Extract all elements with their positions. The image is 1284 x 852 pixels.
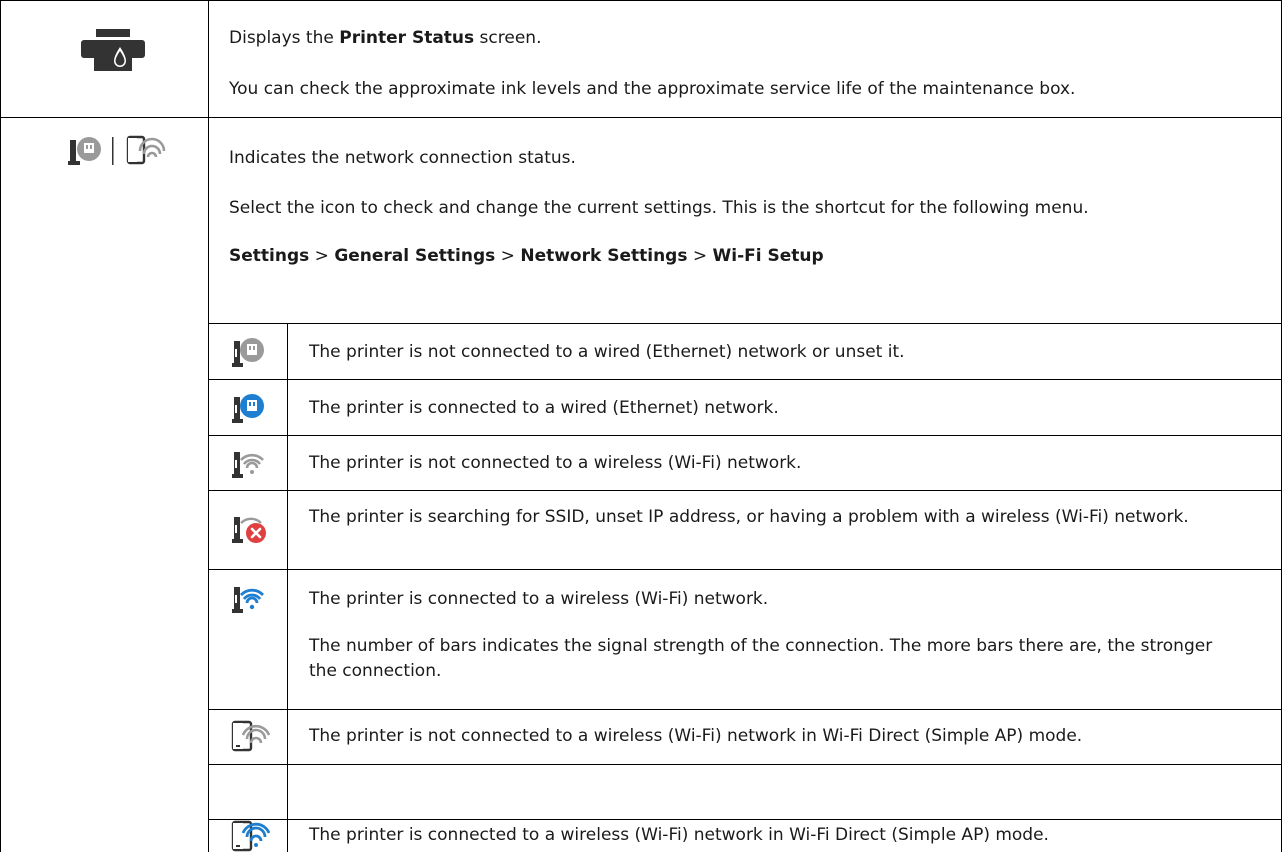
table-right-border [1281,0,1282,852]
subrow-divider [208,569,1282,570]
menu-path-separator: > [309,246,335,266]
subrow-divider [208,379,1282,380]
printer-status-detail: You can check the approximate ink levels… [229,79,1076,99]
subrow-description: The printer is connected to a wireless (… [309,589,769,609]
menu-path-separator: > [495,246,521,266]
table-left-border [0,0,1,852]
wired-connected-icon [232,394,264,423]
wifi-connected-icon [232,587,265,613]
subrow-description: The printer is connected to a wireless (… [309,825,1049,845]
menu-path-separator: > [687,246,713,266]
row-divider [0,117,1282,118]
subrow-divider [208,819,1282,820]
printer-status-description: Displays the Printer Status screen. [229,26,541,51]
menu-path-item: Settings [229,246,310,266]
subrow-description: The printer is not connected to a wired … [309,342,905,362]
subrow-description: The printer is searching for SSID, unset… [309,507,1189,527]
wifi-direct-connected-icon [231,820,270,852]
subrow-divider [208,764,1282,765]
subrow-description: The printer is not connected to a wirele… [309,453,802,473]
subtable-column-divider [287,323,288,852]
subrow-description: The printer is connected to a wired (Eth… [309,398,779,418]
subrow-divider [208,435,1282,436]
subtable-top-border [208,323,1282,324]
network-status-detail: Select the icon to check and change the … [229,198,1089,218]
subrow-divider [208,490,1282,491]
text-plain: screen. [474,28,542,48]
menu-path-item: Network Settings [520,246,688,266]
table-top-border [0,0,1282,1]
network-status-description: Indicates the network connection status. [229,148,576,168]
printer-ink-icon [81,29,145,71]
menu-path-item: General Settings [334,246,496,266]
printer-status-term: Printer Status [339,28,475,48]
network-status-icons [68,135,166,165]
wifi-disconnected-icon [232,452,264,478]
menu-path-item: Wi-Fi Setup [712,246,824,266]
subrow-description: The printer is not connected to a wirele… [309,726,1083,746]
wifi-error-icon [232,517,266,543]
subrow-note: The number of bars indicates the signal … [309,636,1213,681]
icon-column-divider [208,0,209,852]
subrow-divider [208,709,1282,710]
text-plain: Displays the [229,28,340,48]
wifi-direct-disconnected-icon [231,720,270,752]
menu-path: Settings > General Settings > Network Se… [229,244,824,269]
wired-disconnected-icon [232,338,264,367]
